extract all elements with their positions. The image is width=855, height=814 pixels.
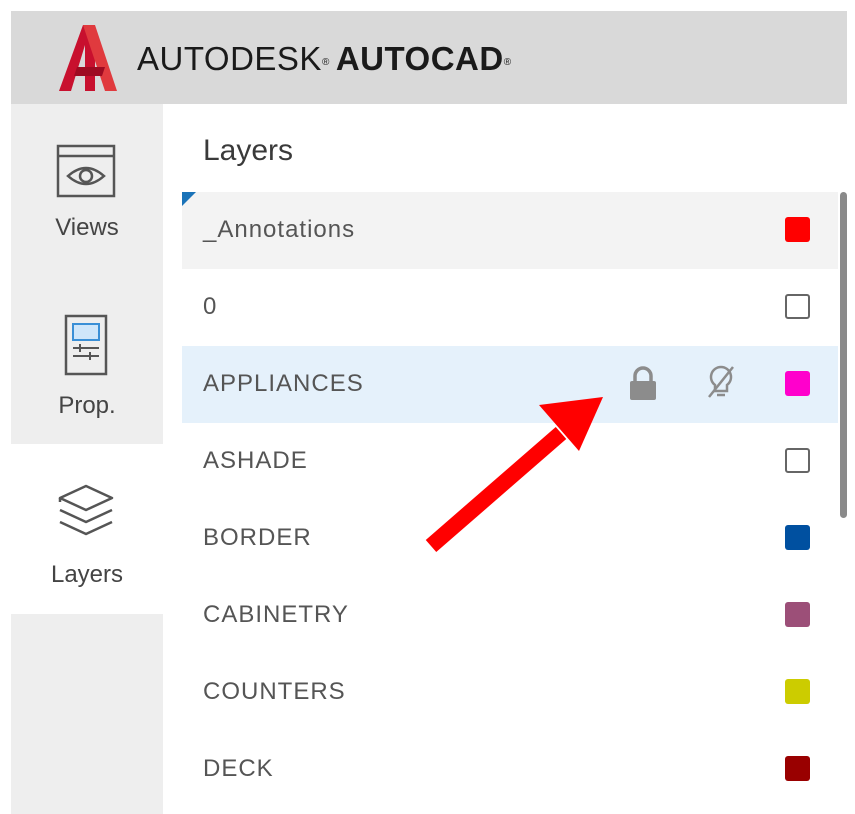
layer-color-swatch[interactable] — [785, 602, 810, 627]
layer-color-swatch[interactable] — [785, 448, 810, 473]
left-rail: Views Prop. Layers — [11, 104, 163, 814]
brand-autodesk: AUTODESK — [137, 40, 322, 77]
autocad-a-logo-icon — [59, 25, 117, 91]
layer-name: DECK — [203, 755, 274, 782]
layer-name: _Annotations — [203, 216, 356, 243]
layer-row-appliances[interactable]: APPLIANCES — [182, 346, 838, 423]
layer-row-deck[interactable]: DECK — [182, 731, 838, 808]
rail-label-views: Views — [55, 214, 119, 241]
eye-window-icon — [56, 144, 116, 198]
layer-row-border[interactable]: BORDER — [182, 500, 838, 577]
layer-name: COUNTERS — [203, 678, 346, 705]
scrollbar-thumb[interactable] — [840, 192, 847, 518]
layer-row-0[interactable]: 0 — [182, 269, 838, 346]
layers-stack-icon — [58, 484, 114, 536]
registered-mark-2: ® — [503, 57, 512, 68]
layer-color-swatch[interactable] — [785, 371, 810, 396]
layer-list: _Annotations 0 APPLIANCES ASHADE BORDER … — [182, 192, 838, 814]
bulb-off-icon[interactable] — [705, 363, 737, 403]
panel-title: Layers — [203, 134, 294, 167]
rail-item-properties[interactable]: Prop. — [11, 274, 163, 444]
brand-autocad: AUTOCAD — [335, 40, 504, 77]
layer-name: APPLIANCES — [203, 370, 364, 397]
layer-color-swatch[interactable] — [785, 679, 810, 704]
lock-icon[interactable] — [628, 366, 658, 402]
layer-name: ASHADE — [203, 447, 308, 474]
layer-row-cabinetry[interactable]: CABINETRY — [182, 577, 838, 654]
layer-name: 0 — [203, 293, 218, 320]
registered-mark: ® — [321, 57, 330, 68]
layer-row-annotations[interactable]: _Annotations — [182, 192, 838, 269]
brand-wordmark: AUTODESK® AUTOCAD® — [137, 39, 512, 79]
layer-row-ashade[interactable]: ASHADE — [182, 423, 838, 500]
layer-color-swatch[interactable] — [785, 525, 810, 550]
properties-panel-icon — [64, 314, 108, 376]
layer-color-swatch[interactable] — [785, 217, 810, 242]
app-header: AUTODESK® AUTOCAD® — [11, 11, 847, 104]
layer-name: CABINETRY — [203, 601, 349, 628]
rail-label-properties: Prop. — [58, 392, 116, 419]
layer-row-counters[interactable]: COUNTERS — [182, 654, 838, 731]
layer-color-swatch[interactable] — [785, 756, 810, 781]
rail-label-layers: Layers — [50, 561, 124, 588]
rail-item-layers[interactable]: Layers — [11, 444, 163, 614]
layer-list-scrollbar[interactable] — [840, 192, 847, 814]
app-window: AUTODESK® AUTOCAD® Views Prop. Layers La… — [11, 11, 847, 814]
layer-name: BORDER — [203, 524, 312, 551]
current-layer-marker — [182, 192, 196, 206]
rail-item-views[interactable]: Views — [11, 104, 163, 274]
layer-color-swatch[interactable] — [785, 294, 810, 319]
